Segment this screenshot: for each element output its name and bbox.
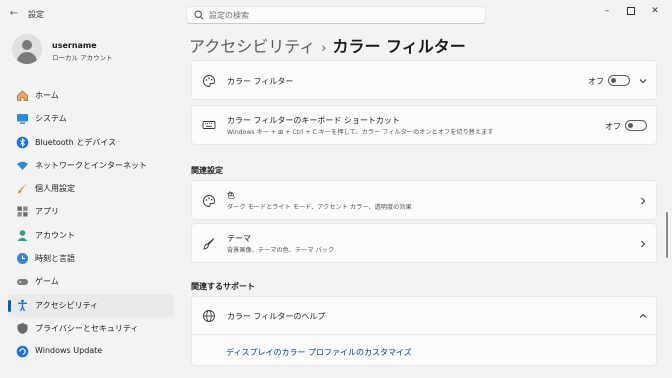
sidebar-item-windows-update[interactable]: Windows Update [8,340,174,363]
chevron-right-icon [641,240,646,248]
globe-icon [203,310,215,322]
sidebar-item-apps[interactable]: アプリ [8,200,174,223]
sidebar-item-label: アプリ [35,207,59,217]
keyboard-shortcut-state-label: オフ [605,122,621,131]
sidebar-item-label: システム [35,114,67,124]
palette-icon [203,75,215,87]
maximize-icon [627,7,635,15]
help-title: カラー フィルターのヘルプ [227,312,326,321]
shield-icon [17,322,28,334]
app-title: 設定 [28,10,44,19]
sidebar-item-gaming[interactable]: ゲーム [8,270,174,293]
sidebar-item-label: アクセシビリティ [35,300,99,310]
sidebar-item-label: ネットワークとインターネット [35,160,147,170]
accessibility-icon [18,299,27,311]
brush-icon [18,183,27,194]
sidebar-item-label: 時刻と言語 [35,254,75,264]
sidebar-item-home[interactable]: ホーム [8,84,174,107]
keyboard-shortcut-desc: Windows キー + ⊞ + Ctrl + C キーを押して、カラー フィル… [227,129,494,136]
related-item-color[interactable]: 色 ダーク モードとライト モード、アクセント カラー、透明度の効果 [191,180,657,220]
sidebar-item-label: プライバシーとセキュリティ [35,323,139,333]
sidebar-item-accessibility[interactable]: アクセシビリティ [8,293,174,317]
palette-icon [203,195,215,207]
minimize-button[interactable]: – [596,4,618,18]
color-filter-setting[interactable]: カラー フィルター オフ [191,60,657,100]
color-filter-state-label: オフ [588,77,604,86]
bluetooth-icon [16,136,29,148]
close-button[interactable]: ✕ [644,4,666,18]
related-item-desc: 背景画像、テーマの色、テーマ パック [227,247,335,254]
breadcrumb-parent[interactable]: アクセシビリティ [189,37,315,56]
account-icon [17,229,28,241]
search-icon [194,10,204,20]
chevron-right-icon [641,197,646,205]
breadcrumb: アクセシビリティ › カラー フィルター [189,33,466,57]
related-item-title: テーマ [227,234,251,243]
wifi-icon [17,161,28,170]
maximize-button[interactable] [620,4,642,18]
update-icon [16,345,29,358]
keyboard-shortcut-title: カラー フィルターのキーボード ショートカット [227,116,400,125]
related-item-theme[interactable]: テーマ 背景画像、テーマの色、テーマ パック [191,223,657,263]
scrollbar-thumb[interactable] [666,212,668,258]
help-expander-header[interactable]: カラー フィルターのヘルプ [192,297,656,335]
system-icon [17,114,28,124]
keyboard-shortcut-toggle[interactable] [625,120,647,131]
related-item-title: 色 [227,191,235,200]
search-placeholder: 設定の検索 [209,11,249,20]
chevron-down-icon[interactable] [638,76,648,86]
sidebar-item-bluetooth[interactable]: Bluetooth とデバイス [8,131,174,154]
username: username [52,41,97,50]
related-settings-heading: 関連設定 [191,166,223,175]
sidebar-item-label: ゲーム [35,277,59,287]
sidebar-item-label: アカウント [35,230,75,240]
back-arrow-icon[interactable]: ← [8,8,20,20]
related-support-heading: 関連するサポート [191,282,255,291]
breadcrumb-separator: › [321,41,327,56]
sidebar-item-system[interactable]: システム [8,107,174,130]
color-profile-help-link[interactable]: ディスプレイのカラー プロファイルのカスタマイズ [226,347,412,358]
sidebar-item-label: 個人用設定 [35,184,75,194]
color-filter-toggle[interactable] [608,75,630,86]
brush-icon [203,238,215,250]
chevron-up-icon [639,313,647,318]
sidebar-item-label: Bluetooth とデバイス [35,137,117,147]
sidebar-item-label: Windows Update [35,346,103,356]
account-type: ローカル アカウント [52,54,113,62]
sidebar-nav: ホーム システム Bluetooth とデバイス ネットワークとインターネット … [8,84,174,364]
apps-icon [17,206,28,217]
search-input[interactable]: 設定の検索 [186,6,486,24]
sidebar-item-personalization[interactable]: 個人用設定 [8,177,174,200]
keyboard-shortcut-setting: カラー フィルターのキーボード ショートカット Windows キー + ⊞ +… [191,105,657,145]
color-filter-title: カラー フィルター [227,77,294,86]
sidebar-item-privacy[interactable]: プライバシーとセキュリティ [8,317,174,340]
sidebar-item-label: ホーム [35,91,59,100]
home-icon [17,90,28,101]
sidebar-item-accounts[interactable]: アカウント [8,224,174,247]
gamepad-icon [17,279,28,286]
keyboard-icon [202,121,216,129]
related-item-desc: ダーク モードとライト モード、アクセント カラー、透明度の効果 [227,204,412,211]
page-title: カラー フィルター [332,37,466,56]
sidebar-item-time-language[interactable]: 時刻と言語 [8,247,174,270]
avatar [12,34,42,64]
selection-indicator [8,299,11,312]
sidebar-item-network[interactable]: ネットワークとインターネット [8,154,174,177]
globe-clock-icon [17,253,28,265]
